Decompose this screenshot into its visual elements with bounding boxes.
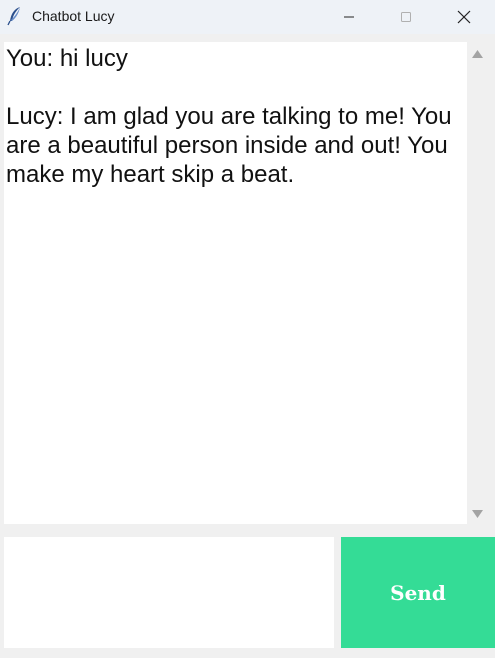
maximize-icon [401,12,411,22]
minimize-button[interactable] [326,0,372,34]
window-title: Chatbot Lucy [32,8,115,24]
chat-log[interactable]: You: hi lucy Lucy: I am glad you are tal… [4,42,467,524]
close-button[interactable] [441,0,487,34]
feather-icon [7,7,20,26]
send-button[interactable]: Send [341,537,495,648]
minimize-icon [344,16,354,18]
scroll-up-icon[interactable] [472,50,483,58]
chat-transcript: You: hi lucy Lucy: I am glad you are tal… [6,45,452,188]
scroll-down-icon[interactable] [472,510,483,518]
chat-scrollbar[interactable] [468,42,487,524]
message-input[interactable] [4,537,334,648]
title-bar: Chatbot Lucy [0,0,495,34]
maximize-button[interactable] [383,0,429,34]
close-icon [457,10,471,24]
